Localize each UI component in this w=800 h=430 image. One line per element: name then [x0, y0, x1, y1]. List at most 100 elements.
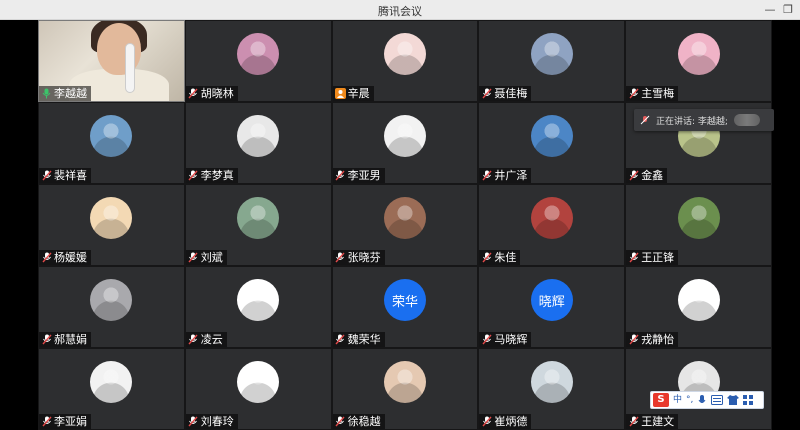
- participant-tile[interactable]: 刘春玲: [184, 348, 332, 430]
- avatar: [383, 115, 426, 157]
- participant-tile[interactable]: 胡晓林: [184, 20, 332, 102]
- nameplate: 刘斌: [185, 250, 227, 265]
- avatar: [677, 279, 720, 321]
- sogou-logo-icon[interactable]: S: [653, 393, 669, 407]
- mic-orange-icon: [334, 88, 346, 99]
- participant-tile[interactable]: 聂佳梅: [478, 20, 626, 102]
- nameplate: 杨媛媛: [39, 250, 91, 265]
- avatar: [90, 197, 133, 239]
- nameplate: 马晓辉: [479, 332, 532, 347]
- participant-name: 刘春玲: [200, 415, 234, 428]
- mic-muted-icon: [335, 334, 346, 345]
- mic-muted-icon: [41, 170, 52, 181]
- mic-muted-icon: [481, 88, 492, 99]
- nameplate: 井广泽: [479, 168, 532, 183]
- participant-tile[interactable]: 荣华魏荣华: [331, 266, 479, 348]
- mic-muted-icon: [188, 88, 199, 99]
- nameplate: 裴祥喜: [39, 168, 91, 183]
- participant-name: 马晓辉: [494, 333, 528, 346]
- mic-muted-icon: [335, 416, 346, 427]
- speaking-label: 正在讲话: 李越越;: [656, 116, 728, 127]
- participant-name: 胡晓林: [200, 87, 234, 100]
- participant-name: 聂佳梅: [494, 87, 528, 100]
- participant-tile[interactable]: 李越越: [38, 20, 185, 102]
- mic-muted-icon: [481, 170, 492, 181]
- participant-tile[interactable]: 裴祥喜: [38, 102, 185, 184]
- ime-toolbar[interactable]: S 中 °,: [650, 391, 764, 409]
- participant-name: 李梦真: [200, 169, 234, 182]
- avatar: 晓辉: [530, 279, 573, 321]
- participant-tile[interactable]: 井广泽: [478, 102, 626, 184]
- grid-icon[interactable]: [743, 395, 754, 405]
- nameplate: 王建文: [626, 414, 679, 429]
- participant-name: 李越越: [54, 87, 87, 100]
- participant-name: 裴祥喜: [54, 169, 87, 182]
- mic-muted-icon: [640, 115, 650, 125]
- participant-name: 朱佳: [494, 251, 517, 264]
- participant-name: 戎静怡: [641, 333, 675, 346]
- mic-muted-icon: [188, 170, 199, 181]
- avatar: [237, 197, 280, 239]
- participant-tile[interactable]: 辛晨: [331, 20, 479, 102]
- ime-punct[interactable]: °,: [686, 393, 693, 407]
- nameplate: 崔炳德: [479, 414, 532, 429]
- participant-tile[interactable]: 朱佳: [478, 184, 626, 266]
- avatar: [530, 115, 573, 157]
- participant-tile[interactable]: 王正锋: [625, 184, 772, 266]
- nameplate: 聂佳梅: [479, 86, 532, 101]
- participant-tile[interactable]: 戎静怡: [625, 266, 772, 348]
- participant-tile[interactable]: 凌云: [184, 266, 332, 348]
- ime-mode[interactable]: 中: [673, 393, 682, 407]
- nameplate: 李亚男: [332, 168, 385, 183]
- shirt-icon[interactable]: [727, 395, 740, 405]
- participant-name: 李亚男: [347, 169, 381, 182]
- participant-tile[interactable]: 郝慧娟: [38, 266, 185, 348]
- participant-tile[interactable]: 李梦真: [184, 102, 332, 184]
- nameplate: 郝慧娟: [39, 332, 91, 347]
- nameplate: 魏荣华: [332, 332, 385, 347]
- avatar: [90, 115, 133, 157]
- speaking-indicator: 正在讲话: 李越越;: [634, 109, 774, 131]
- avatar: [383, 33, 426, 75]
- nameplate: 徐稳越: [332, 414, 385, 429]
- mic-muted-icon: [481, 252, 492, 263]
- nameplate: 胡晓林: [185, 86, 238, 101]
- participant-name: 崔炳德: [494, 415, 528, 428]
- nameplate: 朱佳: [479, 250, 521, 265]
- restore-icon[interactable]: ❐: [780, 2, 796, 18]
- mic-muted-icon: [628, 416, 639, 427]
- participant-tile[interactable]: 李亚娟: [38, 348, 185, 430]
- participant-tile[interactable]: 李亚男: [331, 102, 479, 184]
- nameplate: 金鑫: [626, 168, 668, 183]
- participant-name: 王正锋: [641, 251, 675, 264]
- participant-tile[interactable]: 崔炳德: [478, 348, 626, 430]
- participant-tile[interactable]: 晓辉马晓辉: [478, 266, 626, 348]
- participant-tile[interactable]: 主雪梅: [625, 20, 772, 102]
- avatar-initials: 晓辉: [538, 294, 565, 310]
- avatar: [530, 361, 573, 403]
- participant-tile[interactable]: 杨媛媛: [38, 184, 185, 266]
- mic-muted-icon: [188, 252, 199, 263]
- window-title: 腾讯会议: [378, 5, 422, 18]
- mic-icon[interactable]: [697, 394, 707, 406]
- participant-tile[interactable]: 张晓芬: [331, 184, 479, 266]
- avatar-initials: 荣华: [391, 294, 418, 310]
- participant-tile[interactable]: 刘斌: [184, 184, 332, 266]
- nameplate: 刘春玲: [185, 414, 238, 429]
- participant-name: 郝慧娟: [54, 333, 87, 346]
- nameplate: 主雪梅: [626, 86, 679, 101]
- participant-tile[interactable]: 徐稳越: [331, 348, 479, 430]
- avatar: [90, 279, 133, 321]
- keyboard-icon[interactable]: [711, 395, 724, 405]
- avatar: 荣华: [383, 279, 426, 321]
- participant-name: 王建文: [641, 415, 675, 428]
- nameplate: 王正锋: [626, 250, 679, 265]
- participant-name: 凌云: [200, 333, 223, 346]
- nameplate: 李梦真: [185, 168, 238, 183]
- avatar: [237, 279, 280, 321]
- window-titlebar: 腾讯会议 — ❐: [0, 0, 800, 20]
- minimize-icon[interactable]: —: [762, 2, 778, 18]
- avatar: [383, 197, 426, 239]
- blurred-name: [733, 114, 760, 126]
- participant-tile[interactable]: 王建文: [625, 348, 772, 430]
